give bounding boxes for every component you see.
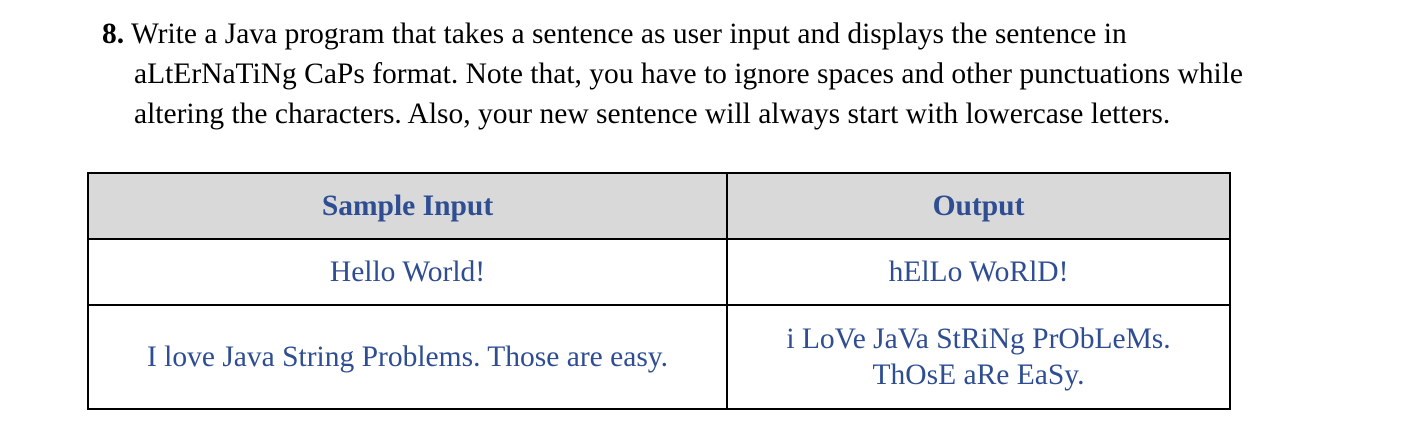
sample-input-cell: I love Java String Problems. Those are e…	[87, 304, 728, 410]
output-cell: hElLo WoRlD!	[726, 238, 1231, 306]
output-line: hElLo WoRlD!	[888, 256, 1069, 288]
table-row: Hello World! hElLo WoRlD!	[87, 238, 1231, 306]
question-line-1: 8. Write a Java program that takes a sen…	[102, 14, 1362, 54]
question-text-line-3: altering the characters. Also, your new …	[134, 98, 1171, 130]
header-output: Output	[726, 172, 1231, 240]
question-text-line-1: Write a Java program that takes a senten…	[130, 18, 1127, 50]
question-block: 8. Write a Java program that takes a sen…	[102, 14, 1362, 134]
table-row: I love Java String Problems. Those are e…	[87, 304, 1231, 410]
sample-input-cell: Hello World!	[87, 238, 728, 306]
output-cell: i LoVe JaVa StRiNg PrObLeMs. ThOsE aRe E…	[726, 304, 1231, 410]
table-header-row: Sample Input Output	[87, 172, 1231, 240]
output-line: ThOsE aRe EaSy.	[872, 359, 1085, 391]
sample-io-table: Sample Input Output Hello World! hElLo W…	[87, 172, 1231, 410]
question-text-line-2: aLtErNaTiNg CaPs format. Note that, you …	[134, 58, 1244, 90]
question-number: 8.	[102, 18, 125, 50]
output-line: i LoVe JaVa StRiNg PrObLeMs.	[786, 323, 1171, 355]
header-sample-input: Sample Input	[87, 172, 728, 240]
